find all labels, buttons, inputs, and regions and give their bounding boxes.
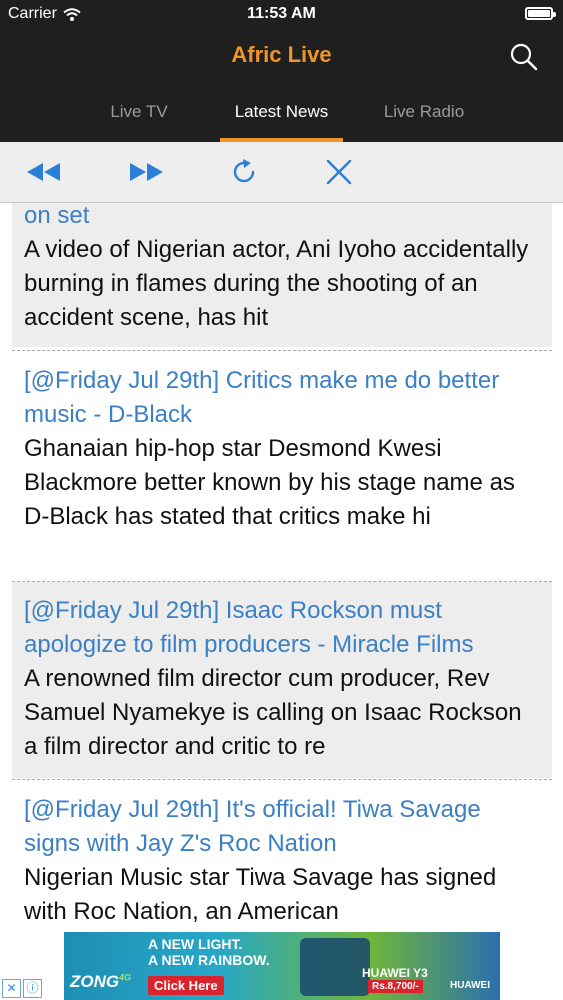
- divider: [12, 350, 552, 351]
- close-button[interactable]: [321, 156, 357, 188]
- divider: [12, 779, 552, 780]
- tab-live-tv[interactable]: Live TV: [78, 102, 200, 122]
- news-summary: Ghanaian hip-hop star Desmond Kwesi Blac…: [24, 435, 515, 530]
- ad-controls: ✕ ⓘ: [2, 979, 42, 998]
- news-item[interactable]: on set A video of Nigerian actor, Ani Iy…: [12, 203, 552, 347]
- ad-brand-logo: ZONG4G: [70, 972, 132, 991]
- news-title[interactable]: [@Friday Jul 29th] Isaac Rockson must ap…: [24, 594, 540, 662]
- ad-phone-image: [300, 938, 370, 996]
- search-icon: [510, 43, 538, 71]
- ad-banner[interactable]: A NEW LIGHT. A NEW RAINBOW. ZONG4G Click…: [64, 932, 500, 1000]
- search-button[interactable]: [509, 42, 539, 72]
- ad-maker-logo: HUAWEI: [450, 980, 490, 991]
- news-item[interactable]: [@Friday Jul 29th] It's official! Tiwa S…: [12, 793, 552, 932]
- refresh-icon: [233, 159, 255, 183]
- ad-price: Rs.8,700/-: [368, 980, 423, 993]
- status-bar: Carrier 11:53 AM: [0, 0, 563, 30]
- ad-info-icon[interactable]: ⓘ: [23, 979, 42, 998]
- ad-product: HUAWEI Y3: [362, 966, 428, 980]
- ad-click-here-button[interactable]: Click Here: [148, 976, 224, 995]
- news-feed[interactable]: on set A video of Nigerian actor, Ani Iy…: [0, 203, 563, 932]
- battery-icon: [525, 7, 556, 20]
- news-summary: A video of Nigerian actor, Ani Iyoho acc…: [24, 236, 529, 331]
- news-summary: A renowned film director cum producer, R…: [24, 665, 522, 760]
- news-title[interactable]: [@Friday Jul 29th] It's official! Tiwa S…: [24, 793, 540, 861]
- ad-area: ✕ ⓘ A NEW LIGHT. A NEW RAINBOW. ZONG4G C…: [0, 932, 563, 1000]
- news-summary: Nigerian Music star Tiwa Savage has sign…: [24, 864, 497, 925]
- tab-bar: Live TV Latest News Live Radio: [0, 92, 563, 142]
- fast-forward-icon: [130, 163, 163, 181]
- back-button[interactable]: [26, 156, 62, 188]
- close-icon: [326, 159, 352, 185]
- ad-close-icon[interactable]: ✕: [2, 979, 21, 998]
- news-item[interactable]: [@Friday Jul 29th] Critics make me do be…: [12, 364, 552, 578]
- refresh-button[interactable]: [226, 156, 262, 188]
- rewind-icon: [27, 163, 60, 181]
- tab-latest-news[interactable]: Latest News: [220, 102, 343, 122]
- forward-button[interactable]: [128, 156, 164, 188]
- app-title: Afric Live: [231, 42, 332, 67]
- app-header: Afric Live Live TV Latest News Live Radi…: [0, 30, 563, 142]
- news-item[interactable]: [@Friday Jul 29th] Isaac Rockson must ap…: [12, 582, 552, 778]
- ad-headline: A NEW RAINBOW.: [148, 952, 270, 968]
- status-time: 11:53 AM: [247, 5, 316, 22]
- news-title[interactable]: [@Friday Jul 29th] Critics make me do be…: [24, 364, 540, 432]
- news-title[interactable]: on set: [24, 203, 540, 233]
- tab-live-radio[interactable]: Live Radio: [362, 102, 486, 122]
- ad-headline: A NEW LIGHT.: [148, 936, 243, 952]
- browser-toolbar: [0, 142, 563, 203]
